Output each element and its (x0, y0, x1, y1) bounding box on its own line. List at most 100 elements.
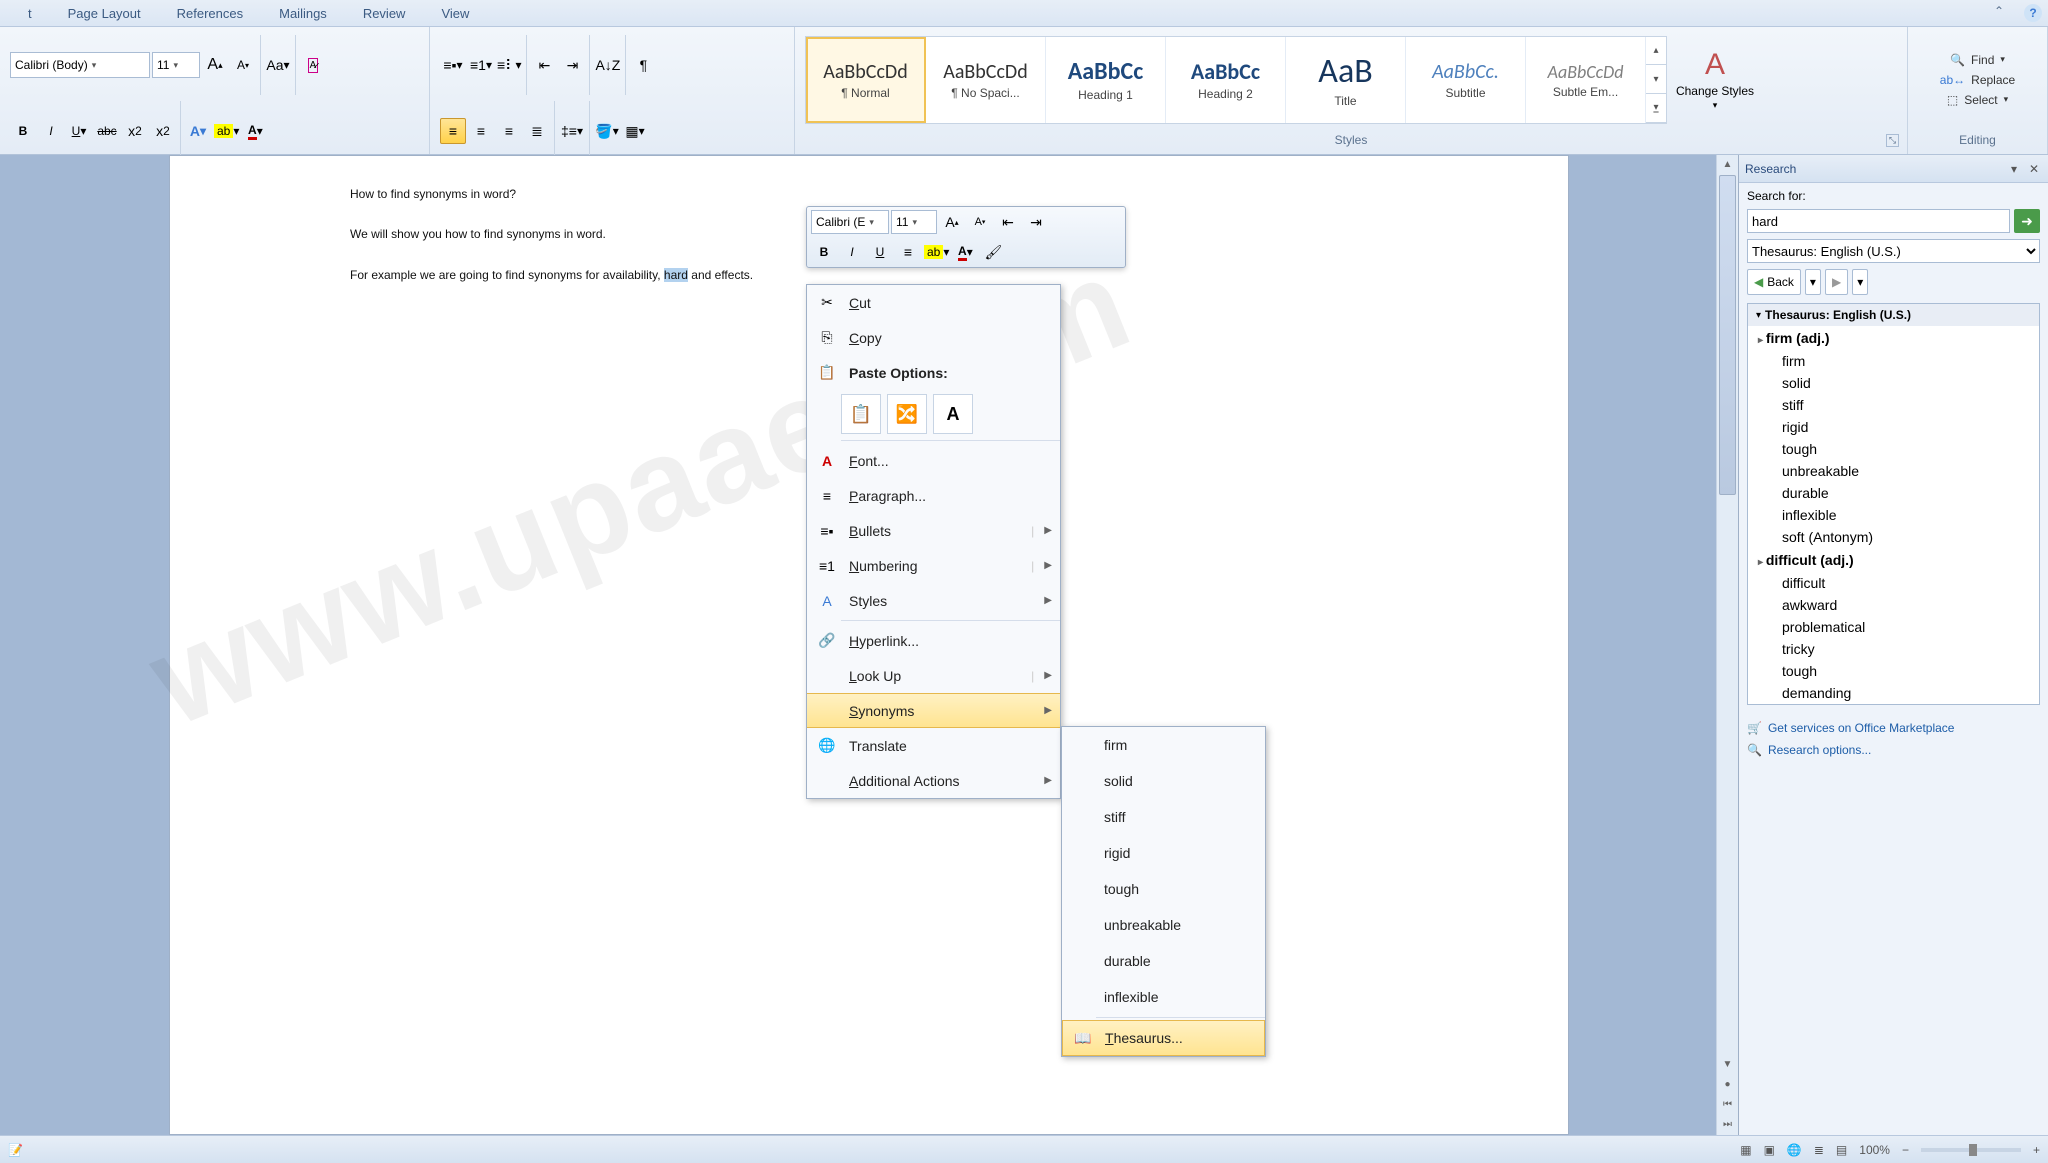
shading-button[interactable]: 🪣▾ (594, 118, 620, 144)
ctx-cut[interactable]: ✂Cut (807, 285, 1060, 320)
font-name-combo[interactable]: Calibri (Body)▾ (10, 52, 150, 78)
next-page-button[interactable]: ⏭ (1717, 1115, 1738, 1135)
mini-increase-indent[interactable]: ⇥ (1023, 209, 1049, 235)
synonym-thesaurus[interactable]: 📖Thesaurus... (1062, 1020, 1265, 1056)
mini-italic[interactable]: I (839, 239, 865, 265)
justify-button[interactable]: ≣ (524, 118, 550, 144)
style--no-spaci-[interactable]: AaBbCcDd¶ No Spaci... (926, 37, 1046, 123)
style-title[interactable]: AaBTitle (1286, 37, 1406, 123)
results-header[interactable]: ▾ Thesaurus: English (U.S.) (1748, 304, 2039, 326)
replace-button[interactable]: ab↔Replace (1940, 73, 2015, 87)
tab-references[interactable]: References (159, 2, 261, 25)
research-back-dropdown[interactable]: ▾ (1805, 269, 1821, 295)
style-heading-1[interactable]: AaBbCcHeading 1 (1046, 37, 1166, 123)
synonym-rigid[interactable]: rigid (1062, 835, 1265, 871)
mini-font-combo[interactable]: Calibri (E▾ (811, 210, 889, 234)
ctx-hyperlink[interactable]: 🔗Hyperlink... (807, 623, 1060, 658)
result-synonym[interactable]: difficult (1748, 572, 2039, 594)
align-center-button[interactable]: ≡ (468, 118, 494, 144)
shrink-font-button[interactable]: A▾ (230, 52, 256, 78)
result-synonym[interactable]: tough (1748, 438, 2039, 460)
result-synonym[interactable]: tricky (1748, 638, 2039, 660)
subscript-button[interactable]: x2 (122, 118, 148, 144)
scroll-up-button[interactable]: ▲ (1717, 155, 1738, 175)
gallery-scroll-down[interactable]: ▾ (1646, 65, 1666, 94)
synonym-unbreakable[interactable]: unbreakable (1062, 907, 1265, 943)
result-synonym[interactable]: soft (Antonym) (1748, 526, 2039, 548)
zoom-slider[interactable] (1921, 1148, 2021, 1152)
gallery-expand[interactable]: ▾̲ (1646, 94, 1666, 123)
synonym-inflexible[interactable]: inflexible (1062, 979, 1265, 1015)
font-color-button[interactable]: A▾ (242, 118, 268, 144)
prev-page-button[interactable]: ⏮ (1717, 1095, 1738, 1115)
paste-merge[interactable]: 🔀 (887, 394, 927, 434)
sort-button[interactable]: A↓Z (594, 52, 621, 78)
ctx-lookup[interactable]: Look Up|▶ (807, 658, 1060, 693)
paste-text-only[interactable]: A (933, 394, 973, 434)
align-left-button[interactable]: ≡ (440, 118, 466, 144)
gallery-scroll-up[interactable]: ▴ (1646, 37, 1666, 66)
styles-gallery[interactable]: AaBbCcDd¶ NormalAaBbCcDd¶ No Spaci...AaB… (805, 36, 1667, 124)
font-size-combo[interactable]: 11▾ (152, 52, 200, 78)
tab-page-layout[interactable]: Page Layout (50, 2, 159, 25)
text-effects-button[interactable]: A▾ (185, 118, 211, 144)
ctx-additional-actions[interactable]: Additional Actions▶ (807, 763, 1060, 798)
synonym-tough[interactable]: tough (1062, 871, 1265, 907)
scroll-thumb[interactable] (1719, 175, 1736, 495)
ctx-numbering[interactable]: ≡1Numbering|▶ (807, 548, 1060, 583)
mini-size-combo[interactable]: 11▾ (891, 210, 937, 234)
tab-cutoff[interactable]: t (10, 2, 50, 25)
grow-font-button[interactable]: A▴ (202, 52, 228, 78)
research-go-button[interactable]: ➜ (2014, 209, 2040, 233)
view-full-screen[interactable]: ▣ (1764, 1143, 1775, 1157)
result-synonym[interactable]: problematical (1748, 616, 2039, 638)
minimize-ribbon-icon[interactable]: ⌃ (1994, 4, 2012, 22)
doc-paragraph-1[interactable]: How to find synonyms in word? (350, 184, 1388, 204)
highlight-button[interactable]: ab▾ (213, 118, 240, 144)
increase-indent-button[interactable]: ⇥ (559, 52, 585, 78)
view-web-layout[interactable]: 🌐 (1787, 1143, 1802, 1157)
pane-close-button[interactable]: ✕ (2026, 162, 2042, 176)
style-subtitle[interactable]: AaBbCc.Subtitle (1406, 37, 1526, 123)
ctx-styles[interactable]: AStyles▶ (807, 583, 1060, 618)
object-browser-button[interactable]: ● (1717, 1075, 1738, 1095)
result-synonym[interactable]: solid (1748, 372, 2039, 394)
change-case-button[interactable]: Aa▾ (265, 52, 291, 78)
zoom-out-button[interactable]: − (1902, 1143, 1909, 1157)
result-synonym[interactable]: tough (1748, 660, 2039, 682)
zoom-level[interactable]: 100% (1859, 1143, 1890, 1157)
strikethrough-button[interactable]: abc (94, 118, 120, 144)
research-options-link[interactable]: 🔍Research options... (1747, 739, 2040, 761)
italic-button[interactable]: I (38, 118, 64, 144)
mini-grow-font[interactable]: A▴ (939, 209, 965, 235)
view-print-layout[interactable]: ▦ (1740, 1143, 1751, 1157)
synonym-firm[interactable]: firm (1062, 727, 1265, 763)
show-marks-button[interactable]: ¶ (630, 52, 656, 78)
research-search-input[interactable] (1747, 209, 2010, 233)
tab-view[interactable]: View (423, 2, 487, 25)
view-draft[interactable]: ▤ (1836, 1143, 1847, 1157)
zoom-in-button[interactable]: + (2033, 1143, 2040, 1157)
synonym-durable[interactable]: durable (1062, 943, 1265, 979)
result-group-firm[interactable]: firm (adj.) (1748, 326, 2039, 350)
vertical-scrollbar[interactable]: ▲ ▼ ● ⏮ ⏭ (1716, 155, 1738, 1135)
result-synonym[interactable]: demanding (1748, 682, 2039, 704)
multilevel-list-button[interactable]: ≡⠇▾ (496, 52, 522, 78)
ctx-font[interactable]: AFont... (807, 443, 1060, 478)
style--normal[interactable]: AaBbCcDd¶ Normal (806, 37, 926, 123)
align-right-button[interactable]: ≡ (496, 118, 522, 144)
mini-center[interactable]: ≡ (895, 239, 921, 265)
find-button[interactable]: 🔍Find ▾ (1950, 53, 2005, 67)
research-source-select[interactable]: Thesaurus: English (U.S.) (1747, 239, 2040, 263)
mini-highlight[interactable]: ab▾ (923, 239, 950, 265)
research-forward-button[interactable]: ▶ (1825, 269, 1848, 295)
line-spacing-button[interactable]: ‡≡▾ (559, 118, 585, 144)
research-forward-dropdown[interactable]: ▾ (1852, 269, 1868, 295)
result-synonym[interactable]: awkward (1748, 594, 2039, 616)
mini-format-painter[interactable]: 🖌 (980, 239, 1006, 265)
tab-mailings[interactable]: Mailings (261, 2, 345, 25)
underline-button[interactable]: U▾ (66, 118, 92, 144)
style-heading-2[interactable]: AaBbCcHeading 2 (1166, 37, 1286, 123)
page[interactable]: www.upaae.com How to find synonyms in wo… (169, 155, 1569, 1135)
select-button[interactable]: ⬚Select ▾ (1947, 93, 2008, 107)
